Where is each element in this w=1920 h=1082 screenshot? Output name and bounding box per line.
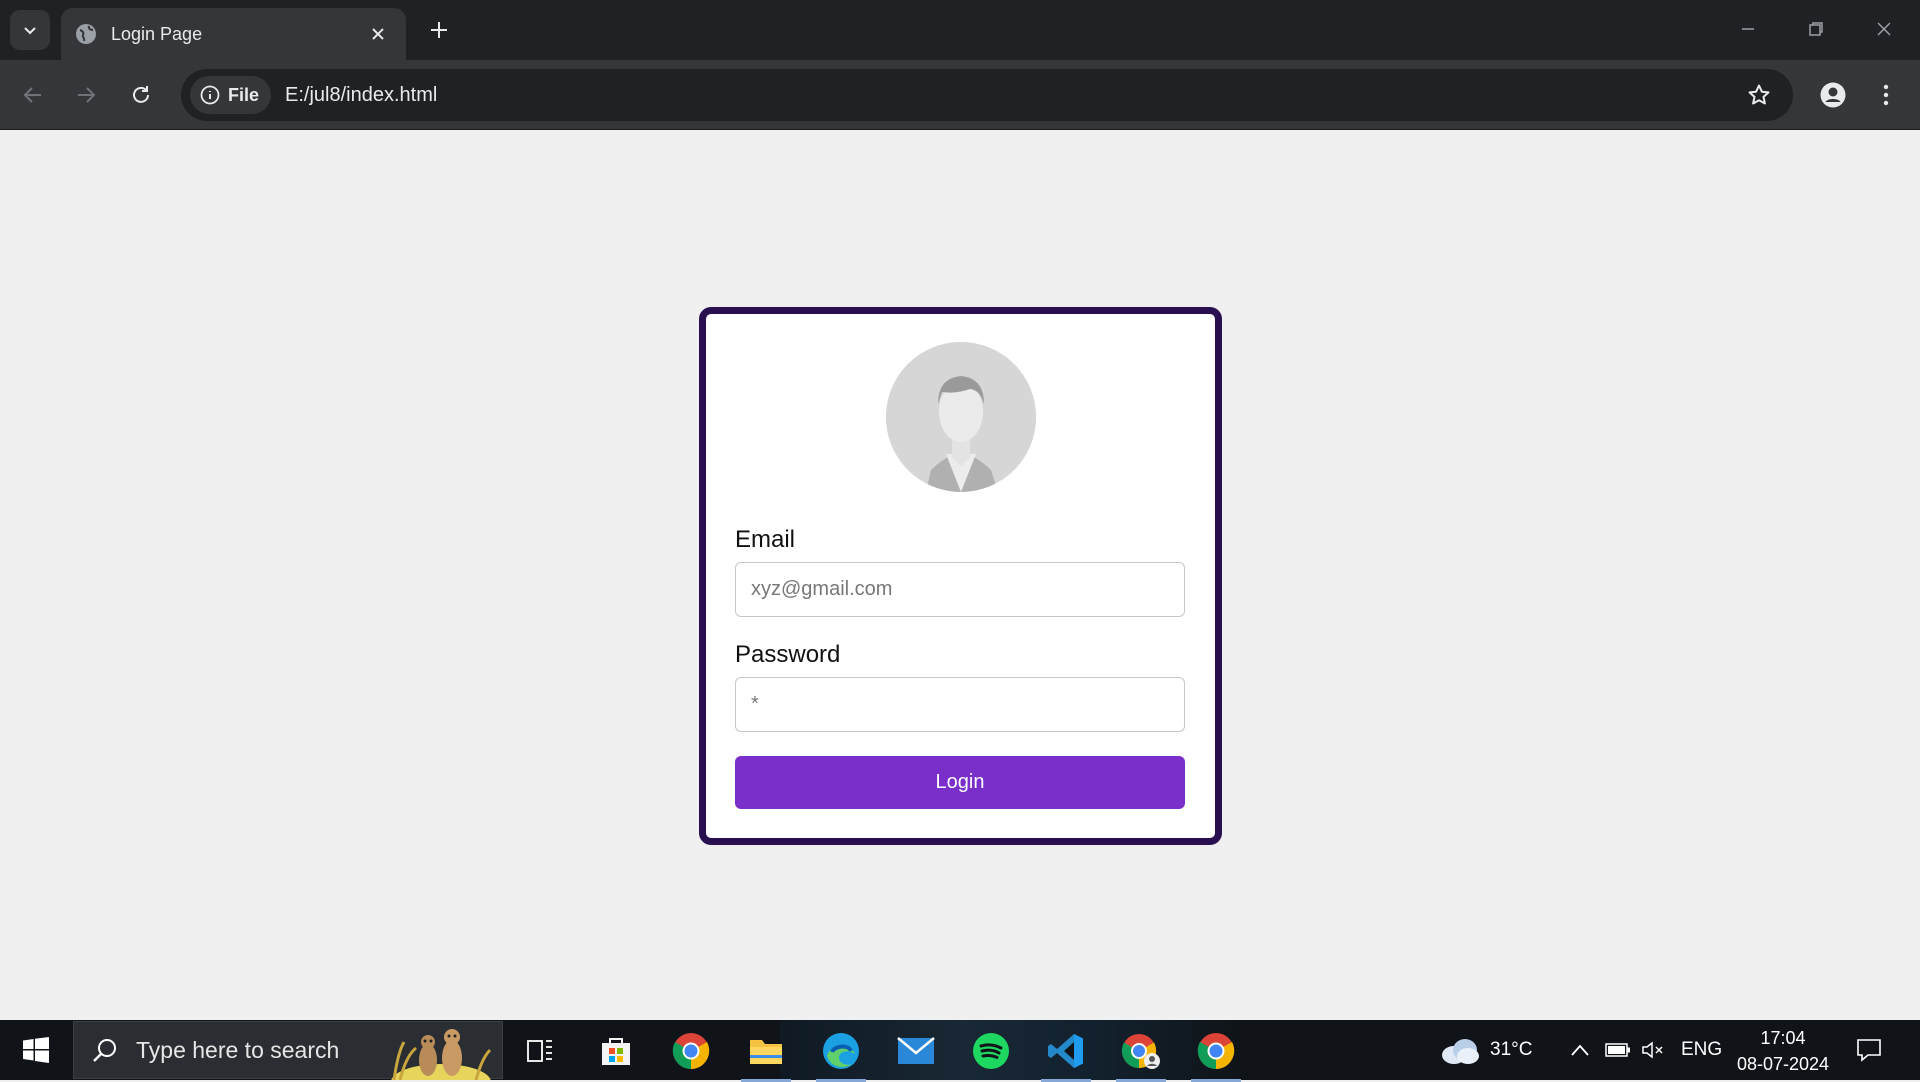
taskbar-chrome-2[interactable] bbox=[1187, 1026, 1245, 1082]
taskbar-chrome-profile[interactable] bbox=[1112, 1026, 1170, 1082]
microsoft-store-icon bbox=[602, 1038, 630, 1065]
url-text[interactable]: E:/jul8/index.html bbox=[285, 84, 1739, 107]
mail-icon bbox=[897, 1037, 935, 1064]
person-icon bbox=[1820, 82, 1846, 108]
globe-icon bbox=[76, 24, 96, 44]
email-field-group: Email bbox=[735, 526, 1186, 617]
more-vert-icon bbox=[1883, 84, 1889, 106]
task-view-button[interactable] bbox=[511, 1026, 569, 1076]
restore-button[interactable] bbox=[1782, 0, 1850, 58]
login-button[interactable]: Login bbox=[735, 756, 1185, 809]
restore-icon bbox=[1809, 22, 1823, 36]
taskbar-chrome[interactable] bbox=[662, 1026, 720, 1076]
notification-icon bbox=[1857, 1039, 1881, 1062]
taskbar-file-explorer[interactable] bbox=[737, 1026, 795, 1082]
back-button[interactable] bbox=[13, 75, 53, 115]
avatar bbox=[885, 342, 1036, 492]
minimize-button[interactable] bbox=[1714, 0, 1782, 58]
taskbar-mail[interactable] bbox=[887, 1026, 945, 1076]
taskbar: Type here to search 31°C ENG 17:04 08-07… bbox=[0, 1020, 1920, 1082]
taskbar-vscode[interactable] bbox=[1037, 1026, 1095, 1082]
meerkats-search-highlight-icon bbox=[391, 1029, 492, 1080]
close-icon bbox=[1877, 22, 1891, 36]
reload-icon bbox=[133, 86, 149, 103]
taskbar-clock[interactable]: 17:04 08-07-2024 bbox=[1718, 1025, 1848, 1077]
user-silhouette-icon bbox=[885, 342, 1036, 492]
tray-overflow-button[interactable] bbox=[1570, 1020, 1590, 1080]
active-tab[interactable]: Login Page bbox=[61, 8, 406, 60]
login-card: Email Password Login bbox=[699, 307, 1222, 845]
taskbar-search-box[interactable]: Type here to search bbox=[73, 1021, 503, 1080]
address-bar[interactable]: File E:/jul8/index.html bbox=[181, 69, 1793, 121]
search-placeholder: Type here to search bbox=[136, 1036, 340, 1063]
password-field-group: Password bbox=[735, 641, 1186, 732]
search-icon bbox=[93, 1039, 116, 1062]
tab-strip: Login Page bbox=[0, 0, 1920, 60]
tab-title: Login Page bbox=[111, 23, 203, 44]
info-icon bbox=[200, 85, 220, 105]
browser-menu-button[interactable] bbox=[1866, 75, 1906, 115]
vscode-icon bbox=[1048, 1034, 1083, 1068]
close-window-button[interactable] bbox=[1850, 0, 1918, 58]
windows-logo-icon bbox=[23, 1037, 49, 1063]
language-label: ENG bbox=[1681, 1039, 1723, 1060]
arrow-right-icon bbox=[78, 87, 96, 103]
chrome-icon bbox=[672, 1033, 710, 1069]
volume-control[interactable] bbox=[1641, 1020, 1665, 1080]
chrome-icon bbox=[1197, 1033, 1235, 1069]
battery-status[interactable] bbox=[1605, 1020, 1631, 1080]
task-view-icon bbox=[527, 1040, 552, 1062]
profile-button[interactable] bbox=[1813, 75, 1853, 115]
plus-icon bbox=[431, 22, 447, 38]
minimize-icon bbox=[1742, 28, 1754, 30]
language-indicator[interactable]: ENG bbox=[1681, 1020, 1722, 1080]
tab-close-button[interactable] bbox=[364, 20, 392, 48]
taskbar-spotify[interactable] bbox=[962, 1026, 1020, 1076]
clock-time: 17:04 bbox=[1760, 1028, 1806, 1048]
clock-date: 08-07-2024 bbox=[1736, 1054, 1830, 1074]
chevron-down-icon bbox=[24, 27, 36, 35]
new-tab-button[interactable] bbox=[421, 12, 457, 48]
site-info-label: File bbox=[228, 84, 260, 105]
weather-temperature: 31°C bbox=[1490, 1039, 1533, 1060]
taskbar-microsoft-store[interactable] bbox=[587, 1026, 645, 1076]
site-info-chip[interactable]: File bbox=[190, 76, 272, 114]
taskbar-edge[interactable] bbox=[812, 1026, 870, 1082]
star-icon bbox=[1748, 84, 1770, 105]
password-input[interactable] bbox=[735, 677, 1185, 732]
close-icon bbox=[372, 28, 384, 40]
reload-button[interactable] bbox=[121, 75, 161, 115]
page-content: Email Password Login bbox=[0, 131, 1920, 1020]
browser-toolbar: File E:/jul8/index.html bbox=[0, 60, 1920, 130]
password-label: Password bbox=[735, 641, 841, 668]
edge-icon bbox=[823, 1033, 859, 1069]
start-button[interactable] bbox=[0, 1020, 72, 1080]
arrow-left-icon bbox=[23, 87, 41, 103]
chevron-up-icon bbox=[1571, 1044, 1589, 1056]
forward-button[interactable] bbox=[66, 75, 106, 115]
speaker-muted-icon bbox=[1642, 1041, 1663, 1059]
tab-search-button[interactable] bbox=[10, 10, 50, 50]
spotify-icon bbox=[973, 1033, 1009, 1069]
notification-center-button[interactable] bbox=[1856, 1020, 1882, 1080]
bookmark-button[interactable] bbox=[1739, 75, 1779, 115]
email-input[interactable] bbox=[735, 562, 1185, 617]
battery-icon bbox=[1605, 1043, 1630, 1057]
email-label: Email bbox=[735, 526, 796, 553]
cloud-weather-icon bbox=[1442, 1039, 1479, 1064]
weather-widget[interactable]: 31°C bbox=[1440, 1020, 1532, 1080]
folder-icon bbox=[750, 1040, 782, 1064]
chrome-profile-icon bbox=[1121, 1034, 1160, 1069]
